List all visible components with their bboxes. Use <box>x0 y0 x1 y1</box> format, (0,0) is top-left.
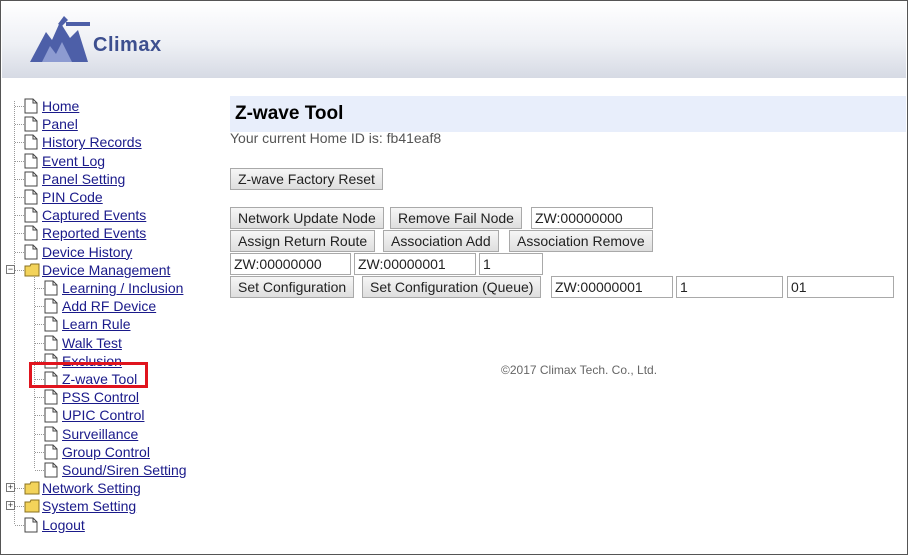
page-icon <box>44 389 58 405</box>
collapse-icon[interactable]: − <box>6 264 15 274</box>
page-icon <box>24 225 38 241</box>
nav-subitem-learning-inclusion-link[interactable]: Learning / Inclusion <box>62 279 183 297</box>
nav-tree: Home Panel History Records Event Log Panel S… <box>1 93 216 543</box>
page-icon <box>44 335 58 351</box>
group-input[interactable] <box>479 253 543 275</box>
page-icon <box>44 298 58 314</box>
nav-subitem-group-control-link[interactable]: Group Control <box>62 443 150 461</box>
nav-folder-device-management-link[interactable]: Device Management <box>42 261 170 279</box>
target-node-input[interactable] <box>354 253 476 275</box>
page-icon <box>24 134 38 150</box>
page-icon <box>24 207 38 223</box>
nav-subitem-sound-siren-setting-link[interactable]: Sound/Siren Setting <box>62 461 187 479</box>
nav-item-panel-setting-link[interactable]: Panel Setting <box>42 170 125 188</box>
page-icon <box>24 171 38 187</box>
config-node-input[interactable] <box>551 276 673 298</box>
tree-connector-line <box>35 397 44 399</box>
tree-connector-line <box>15 197 24 198</box>
nav-item-panel-link[interactable]: Panel <box>42 115 78 133</box>
config-param-input[interactable] <box>676 276 783 298</box>
nav-item-device-history-link[interactable]: Device History <box>42 243 132 261</box>
nav-subitem-learn-rule-link[interactable]: Learn Rule <box>62 315 131 333</box>
folder-icon <box>24 481 40 495</box>
nav-item-logout-link[interactable]: Logout <box>42 516 85 534</box>
tree-connector-line <box>35 324 44 326</box>
folder-icon <box>24 263 40 277</box>
tree-trunk-line <box>14 101 15 524</box>
tree-connector-line <box>35 306 44 308</box>
nav-subitem-pss-control-link[interactable]: PSS Control <box>62 388 139 406</box>
page-icon <box>24 98 38 114</box>
network-update-node-button[interactable]: Network Update Node <box>230 207 384 229</box>
page-title: Z-wave Tool <box>230 96 906 132</box>
page-icon <box>44 407 58 423</box>
nav-subitem-upic-control-link[interactable]: UPIC Control <box>62 406 144 424</box>
tree-connector-line <box>15 251 24 253</box>
nav-subitem-walk-test-link[interactable]: Walk Test <box>62 334 122 352</box>
copyright-footer: ©2017 Climax Tech. Co., Ltd. <box>501 363 658 377</box>
tree-connector-line <box>15 215 24 217</box>
tree-connector-line <box>15 124 24 126</box>
tree-connector-line <box>35 470 44 471</box>
folder-icon <box>24 499 40 513</box>
tree-connector-line <box>35 433 44 435</box>
config-value-input[interactable] <box>787 276 894 298</box>
assign-return-route-button[interactable]: Assign Return Route <box>230 230 376 252</box>
nav-item-pin-code-link[interactable]: PIN Code <box>42 188 103 206</box>
remove-fail-node-button[interactable]: Remove Fail Node <box>390 207 522 229</box>
source-node-input[interactable] <box>230 253 351 275</box>
tree-connector-line <box>15 106 24 107</box>
page-icon <box>44 462 58 478</box>
app-window: Climax Home Panel History Records Event Log… <box>0 0 908 555</box>
page-icon <box>44 280 58 296</box>
tree-connector-line <box>15 506 24 508</box>
nav-subitem-add-rf-device-link[interactable]: Add RF Device <box>62 297 156 315</box>
tree-connector-line <box>15 524 24 526</box>
nav-item-reported-events-link[interactable]: Reported Events <box>42 224 146 242</box>
tree-connector-line <box>35 288 44 289</box>
nav-folder-system-setting-link[interactable]: System Setting <box>42 497 136 515</box>
tree-connector-line <box>15 178 24 180</box>
home-id-text: Your current Home ID is: fb41eaf8 <box>230 130 442 146</box>
page-icon <box>24 116 38 132</box>
tree-connector-line <box>35 342 44 344</box>
page-icon <box>24 517 38 533</box>
fail-node-input[interactable] <box>531 207 653 229</box>
page-icon <box>24 189 38 205</box>
nav-item-history-records-link[interactable]: History Records <box>42 133 142 151</box>
tree-connector-line <box>15 160 24 162</box>
tree-connector-line <box>35 415 44 417</box>
mountain-logo-icon <box>30 16 152 62</box>
set-configuration-queue-button[interactable]: Set Configuration (Queue) <box>362 276 542 298</box>
tree-connector-line <box>15 233 24 235</box>
page-icon <box>24 153 38 169</box>
tree-connector-line <box>15 488 24 490</box>
association-add-button[interactable]: Association Add <box>383 230 499 252</box>
factory-reset-button[interactable]: Z-wave Factory Reset <box>230 168 383 190</box>
association-remove-button[interactable]: Association Remove <box>509 230 653 252</box>
header-banner: Climax <box>2 2 906 78</box>
climax-logo: Climax <box>28 14 178 69</box>
tree-connector-line <box>15 269 24 271</box>
tree-connector-line <box>15 142 24 144</box>
expand-icon[interactable]: + <box>6 483 15 493</box>
brand-name: Climax <box>93 34 162 56</box>
nav-folder-network-setting-link[interactable]: Network Setting <box>42 479 141 497</box>
page-icon <box>44 316 58 332</box>
nav-item-event-log-link[interactable]: Event Log <box>42 152 105 170</box>
selected-item-highlight <box>29 362 148 388</box>
page-icon <box>24 244 38 260</box>
page-icon <box>44 444 58 460</box>
expand-icon[interactable]: + <box>6 501 15 511</box>
set-configuration-button[interactable]: Set Configuration <box>230 276 355 298</box>
tree-connector-line <box>35 451 44 453</box>
page-icon <box>44 426 58 442</box>
nav-item-captured-events-link[interactable]: Captured Events <box>42 206 146 224</box>
nav-subitem-surveillance-link[interactable]: Surveillance <box>62 425 138 443</box>
nav-item-home-link[interactable]: Home <box>42 97 79 115</box>
